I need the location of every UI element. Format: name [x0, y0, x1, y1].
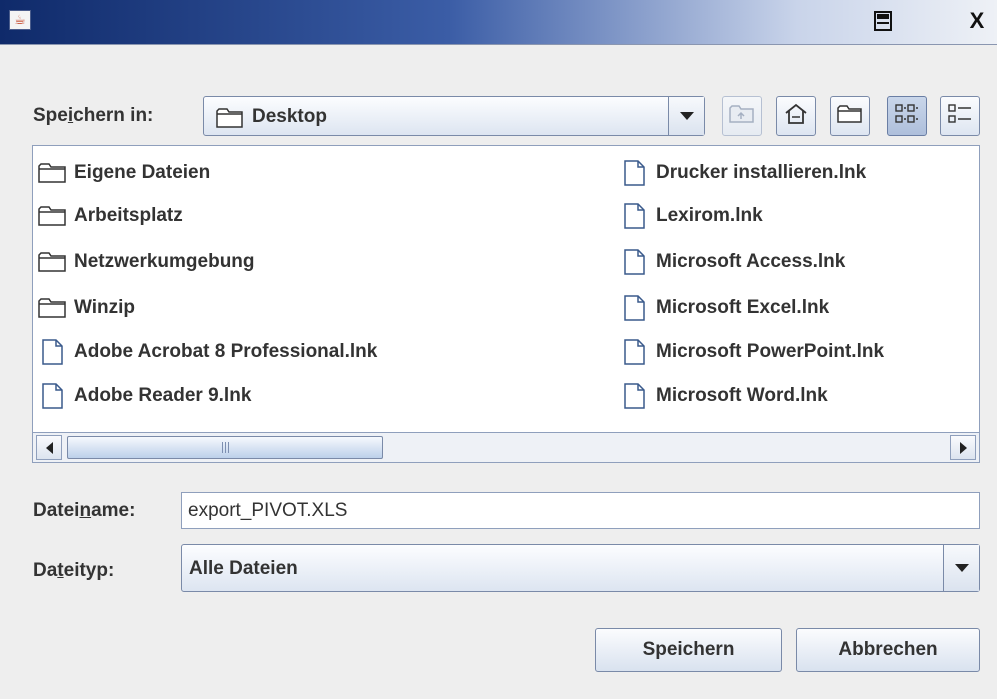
filetype-label: Dateityp: [33, 560, 115, 581]
scroll-thumb[interactable] [67, 436, 383, 459]
scroll-right-icon[interactable] [950, 435, 976, 460]
restore-icon[interactable] [868, 7, 898, 35]
list-view-icon [894, 102, 920, 131]
file-icon [620, 339, 649, 365]
file-icon [620, 160, 649, 186]
file-name: Arbeitsplatz [74, 205, 183, 226]
file-name: Microsoft Word.lnk [656, 385, 828, 406]
list-item[interactable]: Adobe Acrobat 8 Professional.lnk [38, 337, 377, 367]
folder-icon [38, 162, 67, 184]
save-button[interactable]: Speichern [595, 628, 782, 672]
list-item[interactable]: Lexirom.lnk [620, 201, 763, 231]
folder-icon [38, 205, 67, 227]
folder-icon [216, 107, 244, 134]
file-name: Winzip [74, 297, 136, 318]
details-view-icon [947, 102, 973, 131]
chevron-down-icon[interactable] [943, 545, 979, 591]
java-cup-icon: ☕ [9, 10, 31, 30]
title-bar[interactable]: ☕ X [0, 0, 997, 45]
details-view-button[interactable] [940, 96, 980, 136]
list-item[interactable]: Eigene Dateien [38, 158, 210, 188]
file-icon [620, 249, 649, 275]
up-one-level-button[interactable] [722, 96, 762, 136]
chevron-down-icon[interactable] [668, 97, 704, 135]
folder-icon [38, 297, 67, 319]
file-name: Microsoft Excel.lnk [656, 297, 830, 318]
file-name: Lexirom.lnk [656, 205, 763, 226]
list-item[interactable]: Microsoft Excel.lnk [620, 293, 829, 323]
scroll-left-icon[interactable] [36, 435, 62, 460]
list-item[interactable]: Microsoft Word.lnk [620, 381, 828, 411]
home-button[interactable] [776, 96, 816, 136]
file-icon [620, 295, 649, 321]
file-list[interactable]: Eigene Dateien Arbeitsplatz Netzwerkumge… [32, 145, 980, 433]
save-in-value: Desktop [252, 106, 327, 127]
file-name: Adobe Acrobat 8 Professional.lnk [74, 341, 378, 362]
list-item[interactable]: Adobe Reader 9.lnk [38, 381, 251, 411]
file-icon [620, 383, 649, 409]
file-name: Microsoft PowerPoint.lnk [656, 341, 885, 362]
filename-label: Dateiname: [33, 500, 136, 521]
folder-icon [38, 251, 67, 273]
file-name: Drucker installieren.lnk [656, 162, 867, 183]
save-in-combobox[interactable]: Desktop [203, 96, 705, 136]
home-icon [784, 102, 808, 131]
close-icon[interactable]: X [962, 7, 992, 35]
file-icon [620, 203, 649, 229]
filetype-value: Alle Dateien [189, 558, 298, 579]
file-name: Netzwerkumgebung [74, 251, 255, 272]
list-item[interactable]: Winzip [38, 293, 135, 323]
file-icon [38, 339, 67, 365]
file-name: Adobe Reader 9.lnk [74, 385, 252, 406]
list-item[interactable]: Netzwerkumgebung [38, 247, 255, 277]
horizontal-scrollbar[interactable] [32, 433, 980, 463]
new-folder-icon [837, 104, 863, 129]
file-icon [38, 383, 67, 409]
save-in-label: Speichern in: [33, 105, 154, 126]
up-one-level-icon [729, 104, 755, 129]
new-folder-button[interactable] [830, 96, 870, 136]
list-item[interactable]: Arbeitsplatz [38, 201, 183, 231]
list-item[interactable]: Drucker installieren.lnk [620, 158, 866, 188]
file-name: Eigene Dateien [74, 162, 211, 183]
filetype-combobox[interactable]: Alle Dateien [181, 544, 980, 592]
list-item[interactable]: Microsoft Access.lnk [620, 247, 845, 277]
list-item[interactable]: Microsoft PowerPoint.lnk [620, 337, 884, 367]
file-name: Microsoft Access.lnk [656, 251, 846, 272]
cancel-button[interactable]: Abbrechen [796, 628, 980, 672]
filename-input[interactable]: export_PIVOT.XLS [181, 492, 980, 529]
list-view-button[interactable] [887, 96, 927, 136]
